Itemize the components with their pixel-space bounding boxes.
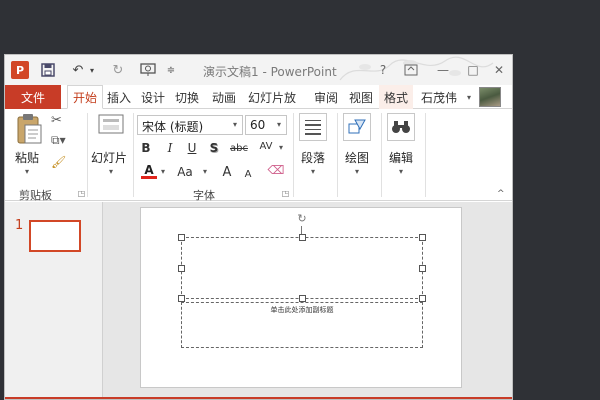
font-color-dropdown-icon[interactable]: ▾	[161, 167, 165, 176]
font-launcher-icon[interactable]: ◳	[281, 189, 290, 198]
resize-handle[interactable]	[178, 234, 185, 241]
paste-icon[interactable]	[15, 113, 43, 145]
new-slide-dropdown-icon[interactable]: ▾	[109, 167, 113, 176]
paste-button[interactable]: 粘贴	[15, 149, 39, 166]
clipboard-group-label: 剪贴板	[19, 189, 52, 202]
user-dropdown-icon[interactable]: ▾	[467, 93, 471, 102]
format-painter-icon[interactable]: 🖌	[51, 155, 67, 171]
minimize-icon[interactable]: —	[433, 61, 453, 79]
resize-handle[interactable]	[178, 295, 185, 302]
close-icon[interactable]: ✕	[489, 61, 509, 79]
resize-handle[interactable]	[419, 265, 426, 272]
editing-area: 1 ↻ 单击此处添加副标题	[5, 202, 512, 399]
tab-file[interactable]: 文件	[5, 85, 61, 109]
decrease-font-size-button[interactable]: A	[241, 165, 255, 183]
increase-font-size-button[interactable]: A	[219, 163, 235, 181]
font-group-label: 字体	[193, 189, 215, 202]
start-slideshow-icon[interactable]	[137, 61, 159, 79]
paragraph-button[interactable]: 段落	[301, 149, 325, 166]
subtitle-placeholder[interactable]: 单击此处添加副标题	[181, 302, 423, 348]
tab-format[interactable]: 格式	[379, 85, 413, 109]
drawing-dropdown-icon[interactable]: ▾	[355, 167, 359, 176]
new-slide-button[interactable]: 幻灯片	[91, 149, 127, 166]
editing-dropdown-icon[interactable]: ▾	[399, 167, 403, 176]
resize-handle[interactable]	[178, 265, 185, 272]
underline-button[interactable]: U	[185, 139, 199, 157]
strikethrough-button[interactable]: abc	[227, 139, 251, 157]
resize-handle[interactable]	[299, 295, 306, 302]
tab-slideshow[interactable]: 幻灯片放	[245, 85, 299, 109]
user-name[interactable]: 石茂伟	[421, 85, 457, 109]
slide-thumbnail[interactable]	[29, 220, 81, 252]
clipboard-launcher-icon[interactable]: ◳	[77, 189, 86, 198]
group-divider	[133, 113, 134, 197]
copy-icon[interactable]: ⧉▾	[51, 133, 71, 149]
change-case-button[interactable]: Aa	[173, 163, 197, 181]
group-divider	[87, 113, 88, 197]
paste-dropdown-icon[interactable]: ▾	[25, 167, 29, 176]
undo-dropdown-icon[interactable]: ▾	[87, 61, 97, 79]
font-name-combobox[interactable]: 宋体 (标题)	[137, 115, 243, 135]
clear-formatting-icon[interactable]: ⌫	[267, 161, 285, 179]
powerpoint-window: P ↶ ▾ ↻ ≑ 演示文稿1 - PowerPoint ? — □ ✕ 文件 …	[4, 54, 513, 400]
tab-transitions[interactable]: 切换	[171, 85, 203, 109]
text-shadow-button[interactable]: S	[207, 139, 221, 157]
title-bar: P ↶ ▾ ↻ ≑ 演示文稿1 - PowerPoint ? — □ ✕	[5, 55, 512, 85]
bold-button[interactable]: B	[139, 139, 153, 157]
resize-handle[interactable]	[419, 295, 426, 302]
ribbon-display-options-icon[interactable]	[401, 61, 421, 79]
collapse-ribbon-icon[interactable]: ^	[497, 189, 505, 199]
ribbon-home: 粘贴 ▾ ✂ ⧉▾ 🖌 剪贴板 ◳ 幻灯片 ▾ 宋体 (标题) ▾ 60 ▾ B…	[5, 109, 512, 202]
help-icon[interactable]: ?	[373, 61, 393, 79]
tab-view[interactable]: 视图	[345, 85, 377, 109]
tab-insert[interactable]: 插入	[103, 85, 135, 109]
powerpoint-app-icon[interactable]: P	[11, 61, 29, 79]
group-divider	[337, 113, 338, 197]
resize-handle[interactable]	[419, 234, 426, 241]
tab-review[interactable]: 审阅	[309, 85, 343, 109]
binoculars-icon[interactable]	[387, 113, 415, 141]
customize-toolbar-icon[interactable]: ≑	[165, 61, 177, 79]
save-icon[interactable]	[39, 61, 57, 79]
tab-design[interactable]: 设计	[137, 85, 169, 109]
window-title: 演示文稿1 - PowerPoint	[203, 65, 337, 79]
ribbon-tab-bar: 文件 开始 插入 设计 切换 动画 幻灯片放 审阅 视图 格式 石茂伟 ▾	[5, 85, 512, 109]
subtitle-placeholder-text: 单击此处添加副标题	[270, 306, 334, 314]
tab-animations[interactable]: 动画	[207, 85, 241, 109]
cut-icon[interactable]: ✂	[51, 113, 67, 129]
font-size-dropdown-icon[interactable]: ▾	[277, 120, 281, 129]
slide-number: 1	[15, 218, 24, 233]
avatar[interactable]	[479, 87, 501, 107]
rotate-handle-icon[interactable]: ↻	[295, 212, 309, 226]
tab-home[interactable]: 开始	[67, 85, 103, 109]
maximize-icon[interactable]: □	[463, 61, 483, 79]
font-color-button[interactable]: A	[141, 163, 157, 179]
font-name-dropdown-icon[interactable]: ▾	[233, 120, 237, 129]
drawing-shapes-icon[interactable]	[343, 113, 371, 141]
group-divider	[293, 113, 294, 197]
slide-canvas[interactable]: ↻ 单击此处添加副标题	[140, 207, 462, 388]
character-spacing-dropdown-icon[interactable]: ▾	[279, 143, 283, 152]
paragraph-dropdown-icon[interactable]: ▾	[311, 167, 315, 176]
drawing-button[interactable]: 绘图	[345, 149, 369, 166]
group-divider	[425, 113, 426, 197]
redo-icon[interactable]: ↻	[109, 61, 127, 79]
character-spacing-button[interactable]: AV	[253, 137, 279, 155]
title-placeholder[interactable]	[178, 234, 426, 302]
new-slide-icon[interactable]	[97, 113, 125, 143]
italic-button[interactable]: I	[163, 139, 177, 157]
resize-handle[interactable]	[299, 234, 306, 241]
paragraph-icon[interactable]	[299, 113, 327, 141]
change-case-dropdown-icon[interactable]: ▾	[203, 167, 207, 176]
group-divider	[381, 113, 382, 197]
undo-icon[interactable]: ↶	[69, 61, 87, 79]
editing-button[interactable]: 编辑	[389, 149, 413, 166]
slide-thumbnails-pane[interactable]: 1	[5, 202, 103, 399]
